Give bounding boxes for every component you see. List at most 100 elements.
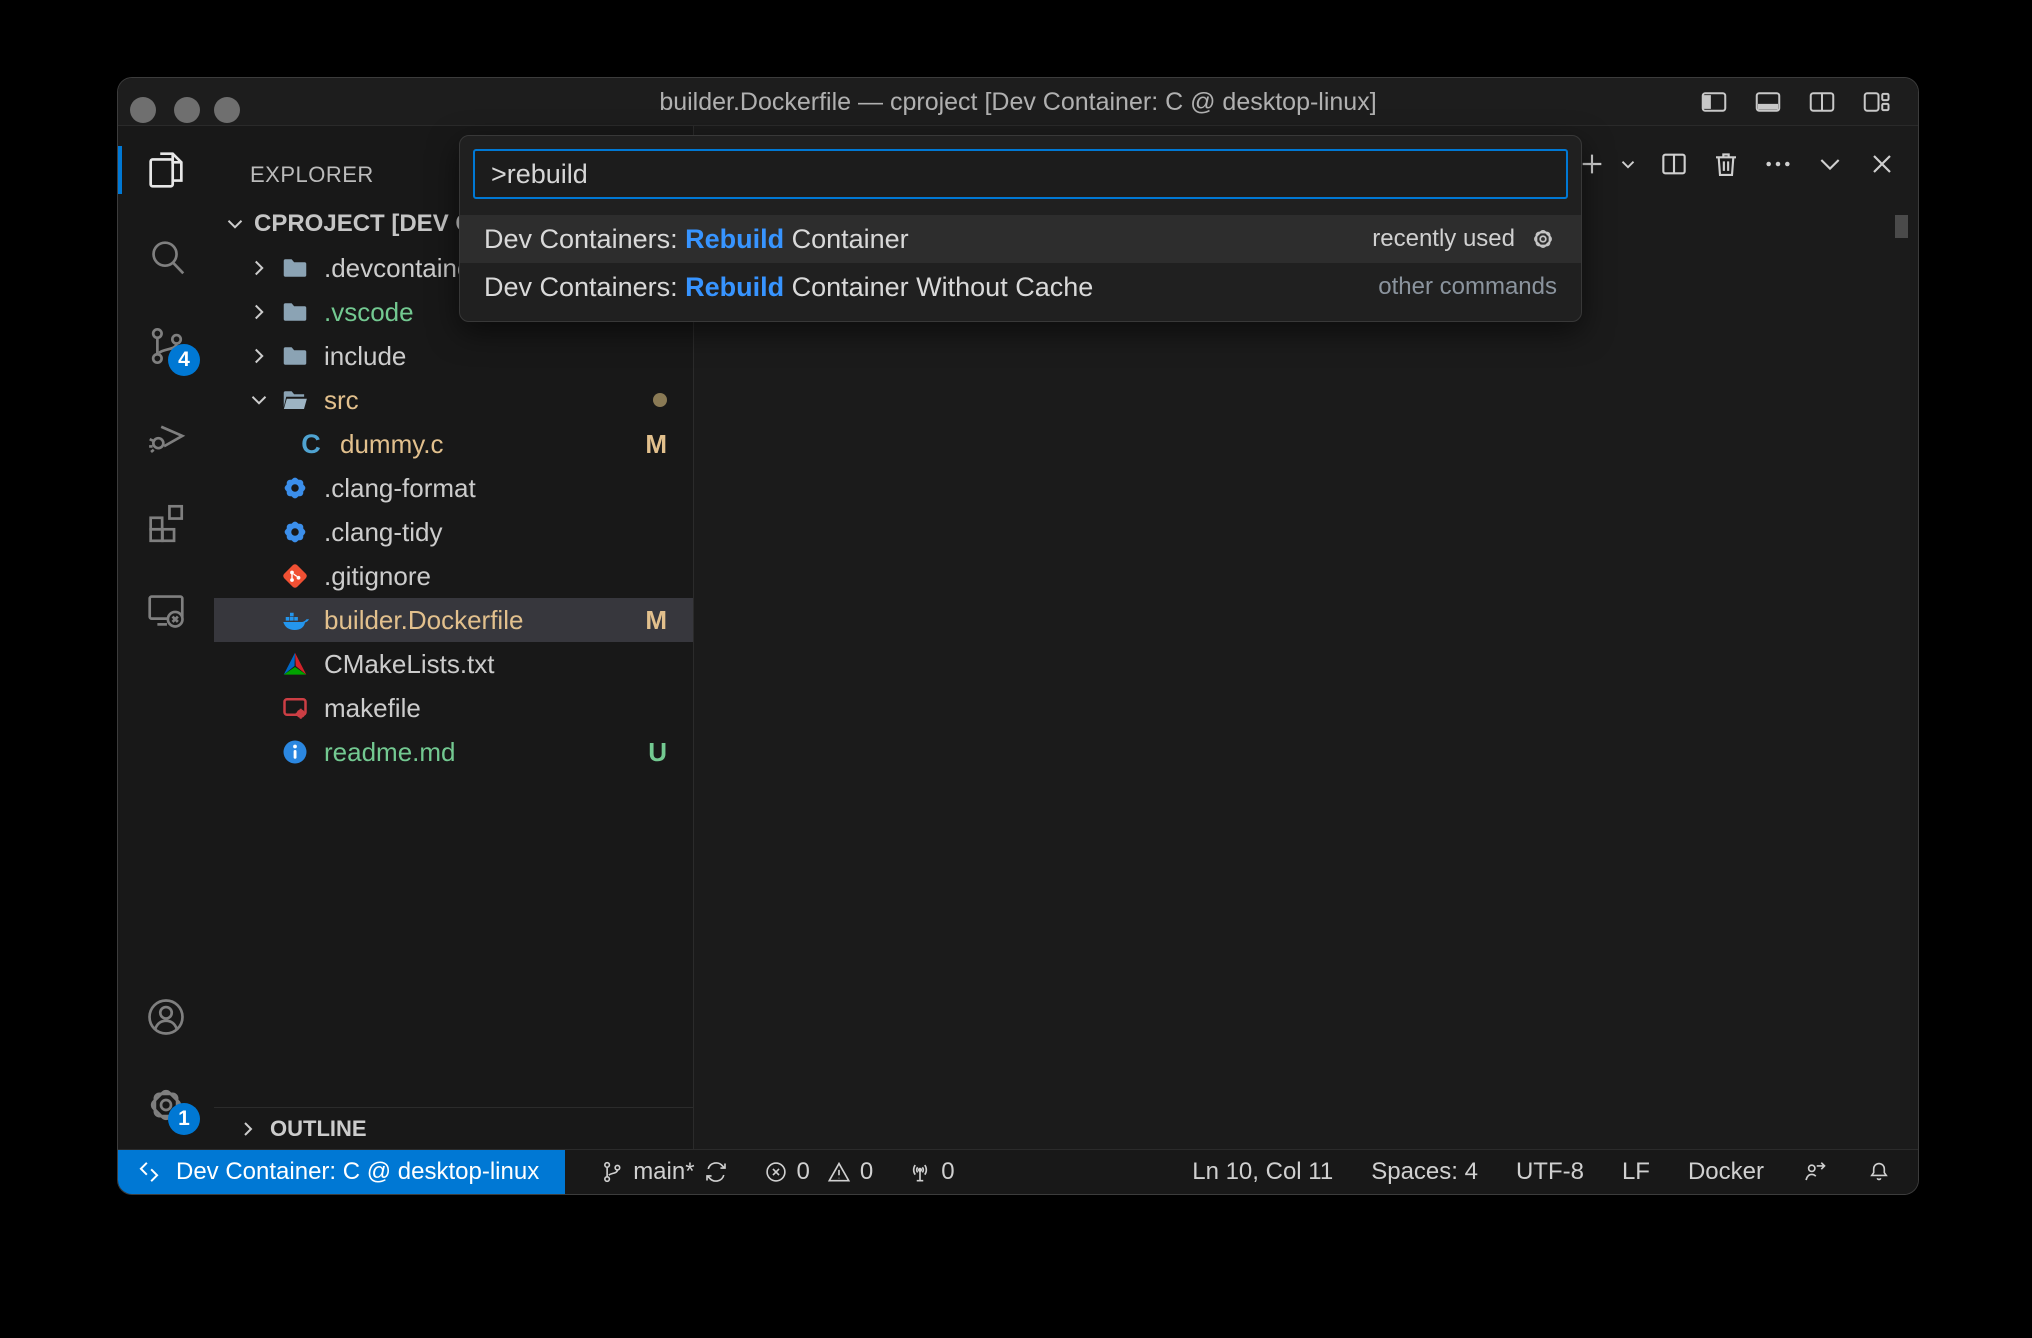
chevron-right-icon: [246, 299, 278, 325]
status-bar: Dev Container: C @ desktop-linux main* 0…: [118, 1149, 1918, 1194]
close-panel-icon[interactable]: [1864, 146, 1900, 182]
extensions-icon[interactable]: [118, 478, 214, 566]
sidebar-title: EXPLORER: [250, 162, 374, 188]
settings-file-icon: [278, 515, 312, 549]
bell-icon[interactable]: [1866, 1159, 1892, 1185]
title-bar: builder.Dockerfile — cproject [Dev Conta…: [118, 78, 1918, 126]
tree-item-dummy-c[interactable]: C dummy.c M: [214, 422, 693, 466]
git-branch-icon: [599, 1159, 625, 1185]
ports-count: 0: [941, 1158, 954, 1186]
cmake-file-icon: [278, 647, 312, 681]
command-text: Dev Containers:: [484, 272, 685, 303]
file-label: builder.Dockerfile: [324, 605, 523, 636]
file-label: .clang-tidy: [324, 517, 443, 548]
tree-item-gitignore[interactable]: .gitignore: [214, 554, 693, 598]
outline-section[interactable]: OUTLINE: [214, 1107, 693, 1149]
remote-explorer-icon[interactable]: [118, 566, 214, 654]
recently-used-label: recently used: [1372, 225, 1515, 253]
chevron-right-icon: [246, 343, 278, 369]
tree-item-cmakelists[interactable]: CMakeLists.txt: [214, 642, 693, 686]
source-control-badge: 4: [168, 344, 200, 376]
tree-item-clang-format[interactable]: .clang-format: [214, 466, 693, 510]
other-commands-label: other commands: [1378, 273, 1557, 301]
file-label: CMakeLists.txt: [324, 649, 495, 680]
git-status-dot: [653, 393, 667, 407]
command-query: >rebuild: [491, 159, 588, 190]
split-panel-icon[interactable]: [1656, 146, 1692, 182]
command-text: Container: [784, 224, 909, 255]
cursor-position[interactable]: Ln 10, Col 11: [1192, 1158, 1333, 1186]
tree-item-makefile[interactable]: makefile: [214, 686, 693, 730]
explorer-icon[interactable]: [118, 126, 214, 214]
toggle-sidebar-icon[interactable]: [1698, 86, 1730, 118]
c-file-icon: C: [294, 427, 328, 461]
trash-icon[interactable]: [1708, 146, 1744, 182]
toggle-panel-icon[interactable]: [1752, 86, 1784, 118]
feedback-icon[interactable]: [1802, 1159, 1828, 1185]
file-label: .clang-format: [324, 473, 476, 504]
error-count: 0: [797, 1158, 810, 1186]
tree-item-clang-tidy[interactable]: .clang-tidy: [214, 510, 693, 554]
file-label: .vscode: [324, 297, 414, 328]
command-match-text: Rebuild: [685, 272, 784, 303]
command-palette: >rebuild Dev Containers: Rebuild Contain…: [459, 135, 1582, 322]
language-mode[interactable]: Docker: [1688, 1158, 1764, 1186]
hide-panel-chevron-icon[interactable]: [1812, 146, 1848, 182]
eol-setting[interactable]: LF: [1622, 1158, 1650, 1186]
file-label: dummy.c: [340, 429, 444, 460]
git-badge: M: [645, 605, 667, 636]
tree-item-readme[interactable]: readme.md U: [214, 730, 693, 774]
tree-item-builder-dockerfile[interactable]: builder.Dockerfile M: [214, 598, 693, 642]
remote-indicator-icon: [136, 1159, 162, 1185]
folder-icon: [278, 339, 312, 373]
settings-gear-icon[interactable]: 1: [118, 1061, 214, 1149]
configure-keybinding-gear-icon[interactable]: [1529, 225, 1557, 253]
info-file-icon: [278, 735, 312, 769]
tree-item-include[interactable]: include: [214, 334, 693, 378]
ports-status[interactable]: 0: [907, 1158, 954, 1186]
folder-icon: [278, 295, 312, 329]
terminal-dropdown-chevron-icon[interactable]: [1616, 146, 1640, 182]
folder-open-icon: [278, 383, 312, 417]
docker-file-icon: [278, 603, 312, 637]
indentation-setting[interactable]: Spaces: 4: [1371, 1158, 1478, 1186]
scrollbar-thumb[interactable]: [1895, 215, 1908, 238]
account-icon[interactable]: [118, 973, 214, 1061]
run-debug-icon[interactable]: [118, 390, 214, 478]
tree-item-src[interactable]: src: [214, 378, 693, 422]
status-bar-right: Ln 10, Col 11 Spaces: 4 UTF-8 LF Docker: [1154, 1158, 1918, 1186]
problems-status[interactable]: 0 0: [763, 1158, 874, 1186]
file-label: readme.md: [324, 737, 456, 768]
customize-layout-icon[interactable]: [1860, 86, 1892, 118]
file-label: .gitignore: [324, 561, 431, 592]
git-branch-status[interactable]: main*: [599, 1158, 728, 1186]
split-editor-icon[interactable]: [1806, 86, 1838, 118]
file-label: src: [324, 385, 359, 416]
makefile-icon: [278, 691, 312, 725]
encoding-setting[interactable]: UTF-8: [1516, 1158, 1584, 1186]
sync-icon[interactable]: [703, 1159, 729, 1185]
remote-name: Dev Container: C @ desktop-linux: [176, 1158, 539, 1186]
command-input[interactable]: >rebuild: [473, 149, 1568, 199]
settings-file-icon: [278, 471, 312, 505]
git-badge: M: [645, 429, 667, 460]
outline-label: OUTLINE: [270, 1116, 367, 1142]
source-control-icon[interactable]: 4: [118, 302, 214, 390]
window-title: builder.Dockerfile — cproject [Dev Conta…: [118, 78, 1918, 126]
file-label: .devcontainer: [324, 253, 480, 284]
vscode-window: builder.Dockerfile — cproject [Dev Conta…: [118, 78, 1918, 1194]
chevron-right-icon: [236, 1117, 260, 1141]
titlebar-layout-actions: [1698, 86, 1892, 118]
more-actions-icon[interactable]: [1760, 146, 1796, 182]
command-match-text: Rebuild: [685, 224, 784, 255]
palette-item-rebuild-without-cache[interactable]: Dev Containers: Rebuild Container Withou…: [460, 263, 1581, 311]
panel-actions: [1574, 146, 1900, 182]
warning-count: 0: [860, 1158, 873, 1186]
search-icon[interactable]: [118, 214, 214, 302]
chevron-right-icon: [246, 255, 278, 281]
radio-tower-icon: [907, 1159, 933, 1185]
palette-item-rebuild-container[interactable]: Dev Containers: Rebuild Container recent…: [460, 215, 1581, 263]
file-label: include: [324, 341, 406, 372]
remote-indicator[interactable]: Dev Container: C @ desktop-linux: [118, 1150, 565, 1194]
warning-icon: [826, 1159, 852, 1185]
